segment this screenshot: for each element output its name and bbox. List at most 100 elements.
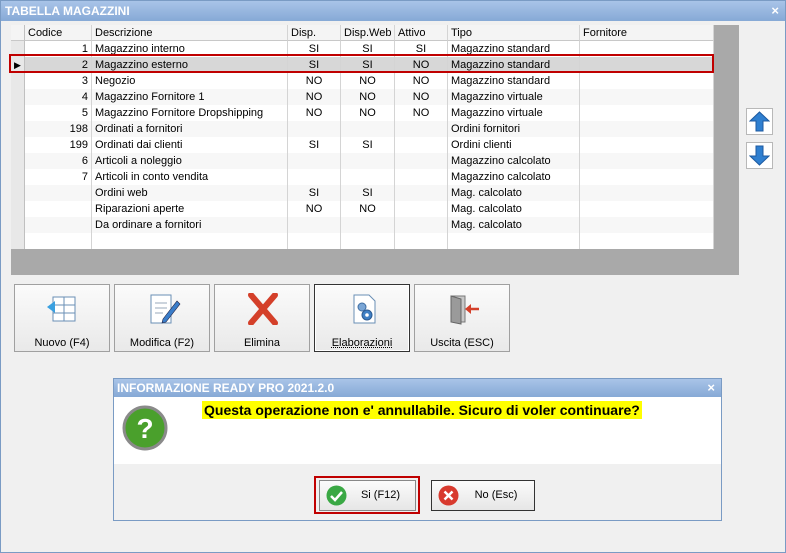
- cell-fornitore: [580, 153, 714, 169]
- column-header-disp-web[interactable]: Disp.Web: [341, 25, 395, 41]
- column-header-codice[interactable]: Codice: [25, 25, 92, 41]
- cell-tipo: Magazzino virtuale: [448, 89, 580, 105]
- row-indicator[interactable]: [11, 73, 25, 89]
- gear-document-icon: [353, 294, 376, 324]
- table-row[interactable]: 6 Articoli a noleggio Magazzino calcolato: [11, 153, 714, 169]
- table-row[interactable]: 199 Ordinati dai clienti SI SI Ordini client…: [11, 137, 714, 153]
- cell-codice: 2: [25, 57, 92, 73]
- yes-button[interactable]: Si (F12): [319, 480, 416, 511]
- move-down-button[interactable]: [746, 142, 773, 169]
- warehouse-grid-area: Codice Descrizione Disp. Disp.Web Attivo…: [9, 25, 739, 275]
- delete-button-label: Elimina: [243, 337, 281, 349]
- svg-text:?: ?: [136, 413, 153, 444]
- cell-fornitore: [580, 217, 714, 233]
- cell-disp: [288, 169, 341, 185]
- cell-disp-web: [341, 153, 395, 169]
- dialog-message: Questa operazione non e' annullabile. Si…: [202, 401, 642, 419]
- row-indicator[interactable]: [11, 137, 25, 153]
- cell-tipo: [448, 233, 580, 249]
- delete-x-icon: [248, 293, 278, 325]
- cell-disp: NO: [288, 201, 341, 217]
- cell-descrizione: Magazzino Fornitore Dropshipping: [92, 105, 288, 121]
- table-row[interactable]: Da ordinare a fornitori Mag. calcolato: [11, 217, 714, 233]
- cell-tipo: Mag. calcolato: [448, 217, 580, 233]
- cell-attivo: [395, 201, 448, 217]
- edit-button[interactable]: Modifica (F2): [114, 284, 210, 352]
- cell-codice: [25, 217, 92, 233]
- process-button[interactable]: Elaborazioni: [314, 284, 410, 352]
- window-close-icon[interactable]: ×: [771, 1, 779, 21]
- dialog-close-icon[interactable]: ×: [707, 379, 715, 397]
- dialog-titlebar: INFORMAZIONE READY PRO 2021.2.0 ×: [114, 379, 721, 397]
- table-row[interactable]: 198 Ordinati a fornitori Ordini fornitori: [11, 121, 714, 137]
- cell-attivo: [395, 233, 448, 249]
- column-header-tipo[interactable]: Tipo: [448, 25, 580, 41]
- question-icon: ?: [122, 405, 168, 451]
- table-row[interactable]: Riparazioni aperte NO NO Mag. calcolato: [11, 201, 714, 217]
- cell-attivo: [395, 153, 448, 169]
- cell-descrizione: Magazzino Fornitore 1: [92, 89, 288, 105]
- cell-descrizione: Magazzino esterno: [92, 57, 288, 73]
- cell-tipo: Magazzino calcolato: [448, 153, 580, 169]
- cell-codice: 3: [25, 73, 92, 89]
- cell-fornitore: [580, 89, 714, 105]
- cell-attivo: [395, 217, 448, 233]
- dialog-body: ? Questa operazione non e' annullabile. …: [114, 397, 721, 464]
- cell-disp: NO: [288, 105, 341, 121]
- edit-button-label: Modifica (F2): [129, 337, 195, 349]
- cell-disp: NO: [288, 89, 341, 105]
- table-row[interactable]: ▶ 2 Magazzino esterno SI SI NO Magazzino stand…: [11, 57, 714, 73]
- edit-document-icon: [150, 294, 181, 324]
- exit-button[interactable]: Uscita (ESC): [414, 284, 510, 352]
- cell-disp-web: SI: [341, 185, 395, 201]
- cell-descrizione: Riparazioni aperte: [92, 201, 288, 217]
- new-table-icon: [47, 296, 76, 322]
- cell-disp: SI: [288, 57, 341, 73]
- column-header-fornitore[interactable]: Fornitore: [580, 25, 714, 41]
- delete-button[interactable]: Elimina: [214, 284, 310, 352]
- row-indicator[interactable]: [11, 153, 25, 169]
- warehouse-table[interactable]: Codice Descrizione Disp. Disp.Web Attivo…: [11, 25, 714, 249]
- cell-tipo: Magazzino standard: [448, 73, 580, 89]
- no-button[interactable]: No (Esc): [431, 480, 535, 511]
- cell-disp: [288, 233, 341, 249]
- row-indicator[interactable]: [11, 41, 25, 57]
- cell-disp-web: SI: [341, 137, 395, 153]
- new-button[interactable]: Nuovo (F4): [14, 284, 110, 352]
- cell-codice: 7: [25, 169, 92, 185]
- table-row[interactable]: Ordini web SI SI Mag. calcolato: [11, 185, 714, 201]
- row-indicator[interactable]: [11, 201, 25, 217]
- table-row[interactable]: 1 Magazzino interno SI SI SI Magazzino standa…: [11, 41, 714, 57]
- row-indicator[interactable]: [11, 105, 25, 121]
- row-indicator[interactable]: [11, 233, 25, 249]
- move-up-button[interactable]: [746, 108, 773, 135]
- arrow-down-icon: [749, 145, 770, 166]
- arrow-up-icon: [749, 111, 770, 132]
- cell-tipo: Mag. calcolato: [448, 185, 580, 201]
- row-indicator[interactable]: [11, 169, 25, 185]
- table-row[interactable]: 5 Magazzino Fornitore Dropshipping NO NO NO M…: [11, 105, 714, 121]
- row-indicator[interactable]: ▶: [11, 57, 25, 73]
- table-row[interactable]: 4 Magazzino Fornitore 1 NO NO NO Magazzino vi…: [11, 89, 714, 105]
- cell-disp-web: [341, 233, 395, 249]
- row-indicator[interactable]: [11, 217, 25, 233]
- cell-disp: [288, 217, 341, 233]
- table-row[interactable]: 3 Negozio NO NO NO Magazzino standard: [11, 73, 714, 89]
- row-indicator[interactable]: [11, 121, 25, 137]
- cell-attivo: SI: [395, 41, 448, 57]
- row-indicator[interactable]: [11, 89, 25, 105]
- cell-attivo: NO: [395, 73, 448, 89]
- cell-attivo: NO: [395, 89, 448, 105]
- cell-disp-web: NO: [341, 105, 395, 121]
- row-indicator[interactable]: [11, 185, 25, 201]
- cell-disp: NO: [288, 73, 341, 89]
- cell-tipo: Magazzino calcolato: [448, 169, 580, 185]
- column-header-attivo[interactable]: Attivo: [395, 25, 448, 41]
- column-header-descrizione[interactable]: Descrizione: [92, 25, 288, 41]
- table-row[interactable]: 7 Articoli in conto vendita Magazzino calc…: [11, 169, 714, 185]
- table-row[interactable]: [11, 233, 714, 249]
- no-button-label: No (Esc): [474, 489, 518, 501]
- cell-codice: 5: [25, 105, 92, 121]
- cell-disp: [288, 121, 341, 137]
- column-header-disp[interactable]: Disp.: [288, 25, 341, 41]
